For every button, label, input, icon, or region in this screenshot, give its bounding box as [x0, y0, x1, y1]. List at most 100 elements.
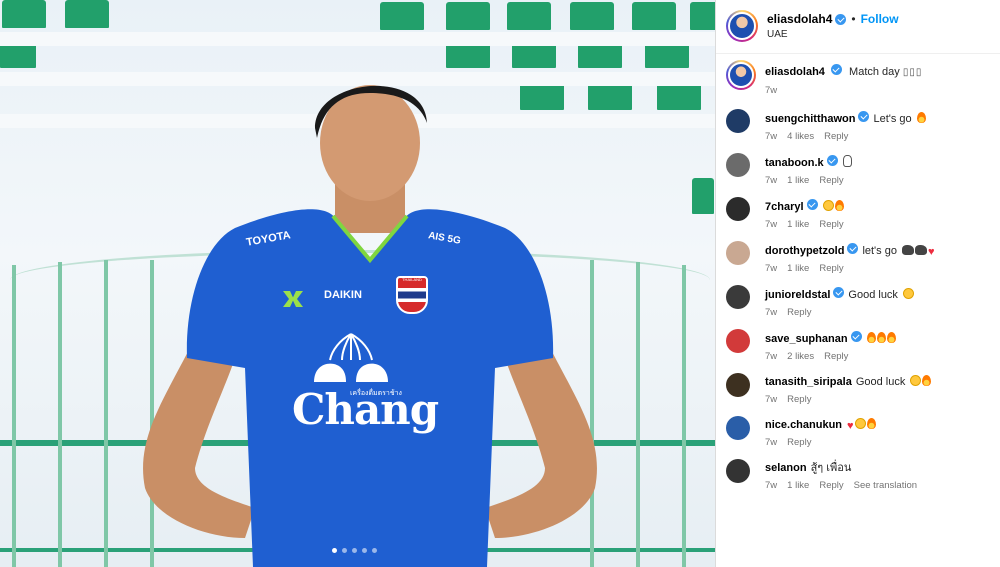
reply-button[interactable]: Reply: [819, 175, 843, 186]
post-caption: eliasdolah4 Match day ▯▯▯ 7w: [726, 60, 990, 96]
verified-badge-icon: [847, 243, 859, 254]
comment-emojis: [842, 155, 852, 169]
heart-emoji-icon: ♥: [847, 420, 854, 432]
clap-emoji-icon: [854, 418, 866, 429]
commenter-avatar[interactable]: [726, 285, 750, 309]
comment-text: let's go: [862, 245, 897, 257]
instagram-post-view: TOYOTA AIS 5G DAIKIN THAILAND Chang เครื…: [0, 0, 1000, 567]
verified-badge-icon: [850, 331, 862, 342]
comment-time[interactable]: 7w: [765, 263, 777, 274]
clap-emoji-icon: [822, 200, 834, 211]
comment-item: tanaboon.k 7w 1 like Reply: [726, 153, 990, 186]
comment-time[interactable]: 7w: [765, 437, 777, 448]
comment-text: Good luck: [848, 289, 898, 301]
player-figure: [143, 85, 597, 567]
reply-button[interactable]: Reply: [819, 263, 843, 274]
post-location[interactable]: UAE: [767, 29, 899, 40]
caption-username[interactable]: eliasdolah4: [765, 66, 825, 78]
verified-badge-icon: [830, 64, 842, 75]
comment-username[interactable]: save_suphanan: [765, 333, 848, 345]
carousel-dot-3[interactable]: [352, 548, 357, 553]
comment-emojis: [902, 288, 914, 301]
reply-button[interactable]: Reply: [819, 219, 843, 230]
commenter-avatar[interactable]: [726, 153, 750, 177]
carousel-dot-5[interactable]: [372, 548, 377, 553]
post-photo[interactable]: TOYOTA AIS 5G DAIKIN THAILAND Chang เครื…: [0, 0, 715, 567]
comment-time[interactable]: 7w: [765, 307, 777, 318]
reply-button[interactable]: Reply: [824, 351, 848, 362]
fire-emoji-icon: [922, 375, 932, 386]
comment-time[interactable]: 7w: [765, 219, 777, 230]
comment-emojis: [909, 375, 932, 388]
comment-emojis: ♥: [846, 418, 876, 432]
comment-time[interactable]: 7w: [765, 480, 777, 491]
comment-emojis: [822, 200, 844, 213]
comment-text: สู้ๆ เพื่อน: [810, 462, 852, 474]
carousel-dot-2[interactable]: [342, 548, 347, 553]
carousel-dot-4[interactable]: [362, 548, 367, 553]
comment-username[interactable]: nice.chanukun: [765, 419, 842, 431]
commenter-avatar[interactable]: [726, 373, 750, 397]
carousel-indicator: [332, 548, 377, 553]
post-header: eliasdolah4 • Follow UAE: [716, 0, 1000, 54]
comment-text: Good luck: [855, 376, 906, 388]
header-separator: •: [851, 12, 856, 26]
commenter-avatar[interactable]: [726, 459, 750, 483]
caption-text: Match day: [849, 66, 900, 78]
clap-emoji-icon: [910, 375, 922, 386]
commenter-avatar[interactable]: [726, 416, 750, 440]
reply-button[interactable]: Reply: [824, 131, 848, 142]
hand-emoji-icon: [842, 155, 852, 167]
comment-emojis: ♥: [901, 245, 935, 258]
sponsor-daikin: DAIKIN: [324, 289, 362, 301]
comment-time[interactable]: 7w: [765, 175, 777, 186]
comments-list[interactable]: eliasdolah4 Match day ▯▯▯ 7w suengchitth…: [716, 54, 1000, 567]
comment-likes[interactable]: 4 likes: [787, 131, 814, 142]
reply-button[interactable]: Reply: [787, 437, 811, 448]
comment-username[interactable]: suengchitthawon: [765, 113, 855, 125]
caption-emoji: ▯▯▯: [902, 67, 923, 78]
comment-username[interactable]: 7charyl: [765, 201, 804, 213]
commenter-avatar[interactable]: [726, 329, 750, 353]
sponsor-chang-sub: เครื่องดื่มตราช้าง: [350, 390, 402, 397]
author-username[interactable]: eliasdolah4: [767, 12, 832, 26]
commenter-avatar[interactable]: [726, 197, 750, 221]
comment-username[interactable]: tanasith_siripala: [765, 376, 852, 388]
comment-likes[interactable]: 1 like: [787, 219, 809, 230]
verified-badge-icon: [835, 13, 847, 25]
verified-badge-icon: [833, 287, 845, 298]
comment-emojis: [866, 332, 896, 345]
verified-badge-icon: [858, 111, 870, 122]
commenter-avatar[interactable]: [726, 241, 750, 265]
comment-time[interactable]: 7w: [765, 131, 777, 142]
comment-likes[interactable]: 1 like: [787, 263, 809, 274]
commenter-avatar[interactable]: [726, 109, 750, 133]
follow-button[interactable]: Follow: [861, 12, 899, 26]
comment-username[interactable]: junioreldstal: [765, 289, 830, 301]
comment-likes[interactable]: 1 like: [787, 480, 809, 491]
elephant-emoji-icon: [901, 245, 914, 255]
comment-likes[interactable]: 2 likes: [787, 351, 814, 362]
comment-item: tanasith_siripala Good luck 7w Reply: [726, 373, 990, 405]
comment-likes[interactable]: 1 like: [787, 175, 809, 186]
comment-time[interactable]: 7w: [765, 351, 777, 362]
fire-emoji-icon: [834, 200, 844, 211]
comment-username[interactable]: dorothypetzold: [765, 245, 844, 257]
elephants-logo-icon: [310, 330, 392, 386]
heart-emoji-icon: ♥: [927, 246, 935, 258]
caption-avatar[interactable]: [726, 60, 756, 90]
author-avatar[interactable]: [726, 10, 758, 42]
comment-rows: suengchitthawon Let's go 7w 4 likes Reply tan…: [726, 109, 990, 491]
comment-item: selanon สู้ๆ เพื่อน 7w 1 like Reply See trans…: [726, 459, 990, 491]
reply-button[interactable]: Reply: [787, 307, 811, 318]
comment-username[interactable]: tanaboon.k: [765, 157, 824, 169]
comment-username[interactable]: selanon: [765, 462, 807, 474]
see-translation-button[interactable]: See translation: [854, 480, 917, 491]
comment-time[interactable]: 7w: [765, 394, 777, 405]
elephant-emoji-icon: [914, 245, 927, 255]
carousel-dot-1[interactable]: [332, 548, 337, 553]
reply-button[interactable]: Reply: [787, 394, 811, 405]
reply-button[interactable]: Reply: [819, 480, 843, 491]
caption-time[interactable]: 7w: [765, 85, 777, 96]
post-side-panel: eliasdolah4 • Follow UAE eliasdolah4 Mat…: [715, 0, 1000, 567]
